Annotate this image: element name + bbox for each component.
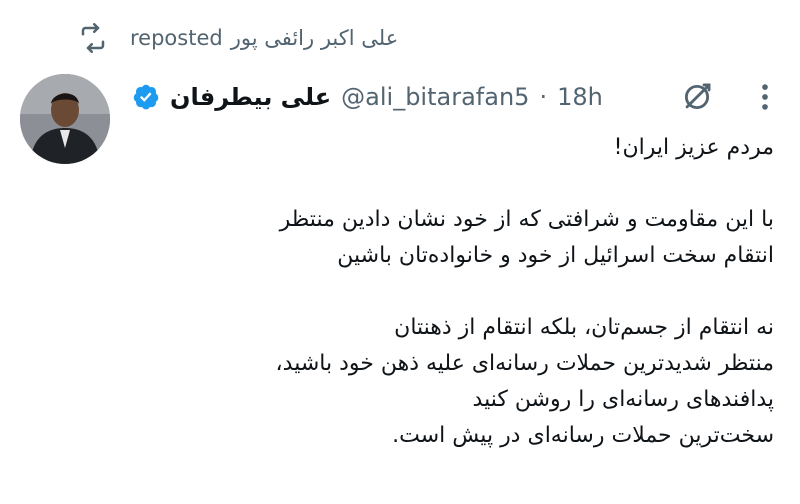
repost-icon (81, 23, 105, 53)
author-info: علی بیطرفان @ali_bitarafan5 · 18h (132, 83, 603, 111)
author-handle[interactable]: @ali_bitarafan5 (341, 83, 529, 111)
tweet-line: سخت‌ترین حملات رسانه‌ای در پیش است. (392, 423, 774, 448)
tweet-actions (680, 80, 782, 114)
verified-badge-icon (133, 84, 159, 110)
tweet-line: با این مقاومت و شرافتی که از خود نشان دا… (279, 207, 774, 232)
timestamp[interactable]: 18h (557, 83, 603, 111)
tweet-line: نه انتقام از جسم‌تان، بلکه انتقام از ذهن… (394, 315, 774, 340)
grok-icon[interactable] (680, 80, 714, 114)
separator-dot: · (539, 83, 548, 111)
tweet-header: علی بیطرفان @ali_bitarafan5 · 18h (132, 74, 782, 120)
author-name[interactable]: علی بیطرفان (170, 83, 331, 111)
tweet-line: انتقام سخت اسرائیل از خود و خانواده‌تان … (337, 243, 774, 268)
more-options-icon[interactable] (748, 80, 782, 114)
tweet-line: منتظر شدیدترین حملات رسانه‌ای علیه ذهن خ… (275, 351, 774, 376)
repost-indicator: reposted علی اکبر رائفی پور (78, 20, 398, 56)
repost-label: reposted (130, 26, 223, 50)
tweet-line: پدافندهای رسانه‌ای را روشن کنید (472, 387, 774, 412)
tweet-line: مردم عزیز ایران! (613, 135, 774, 160)
repost-user-name[interactable]: علی اکبر رائفی پور (231, 26, 399, 50)
tweet-text: مردم عزیز ایران! با این مقاومت و شرافتی … (80, 130, 774, 454)
